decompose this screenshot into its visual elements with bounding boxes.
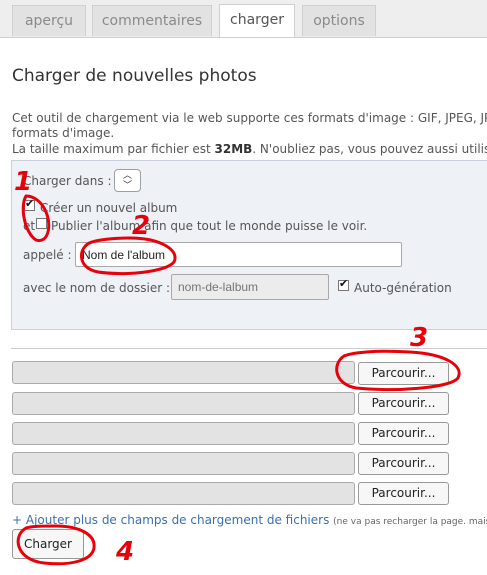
publier-album-checkbox[interactable] [36,218,47,229]
creer-album-checkbox[interactable] [24,197,35,211]
max-size-prefix: La taille maximum par fichier est [12,142,215,156]
chevron-down-icon: ﹀ [122,181,132,191]
autogen-label: Auto-génération [354,281,452,295]
page-title: Charger de nouvelles photos [12,66,257,86]
formats-description: Cet outil de chargement via le web suppo… [12,111,487,125]
publier-album-label: Publier l'album afin que tout le monde p… [51,219,368,233]
folder-name-input[interactable] [171,274,329,300]
charger-dans-select[interactable]: ︿ ﹀ [114,169,141,192]
divider [11,348,487,349]
file-field-5[interactable] [12,482,355,505]
formats-description-cont: formats d'image. [12,126,115,140]
charger-dans-label: Charger dans : [23,174,112,188]
creer-album-label: Créer un nouvel album [40,201,178,215]
tab-bar: aperçu commentaires charger options [0,0,487,38]
tab-options[interactable]: options [302,5,376,36]
add-more-note: (ne va pas recharger la page. mais s [333,517,487,527]
tab-commentaires[interactable]: commentaires [92,5,212,36]
browse-button-4[interactable]: Parcourir... [358,452,449,475]
chevron-up-icon: ︿ [122,171,132,181]
tab-apercu[interactable]: aperçu [12,5,86,36]
browse-button-3[interactable]: Parcourir... [358,422,449,445]
max-size-value: 32MB [214,142,253,156]
file-field-1[interactable] [12,361,355,384]
add-more-fields-link[interactable]: + Ajouter plus de champs de chargement d… [12,513,329,527]
tab-charger[interactable]: charger [219,4,295,37]
appele-label: appelé : [23,248,72,262]
charger-submit-button[interactable]: Charger [12,529,84,559]
autogen-checkbox[interactable] [338,277,349,291]
add-more-fields: + Ajouter plus de champs de chargement d… [12,513,487,527]
browse-button-1[interactable]: Parcourir... [358,362,449,385]
dossier-label: avec le nom de dossier : [23,281,171,295]
annotation-number-4: 4 [115,537,134,567]
album-name-input[interactable] [75,242,402,267]
et-label: et [23,219,36,233]
max-size-suffix: . N'oubliez pas, vous pouvez aussi utili… [252,142,487,156]
max-size-note: La taille maximum par fichier est 32MB. … [12,142,487,156]
file-field-2[interactable] [12,392,355,415]
browse-button-5[interactable]: Parcourir... [358,482,449,505]
file-field-4[interactable] [12,452,355,475]
browse-button-2[interactable]: Parcourir... [358,392,449,415]
file-field-3[interactable] [12,422,355,445]
